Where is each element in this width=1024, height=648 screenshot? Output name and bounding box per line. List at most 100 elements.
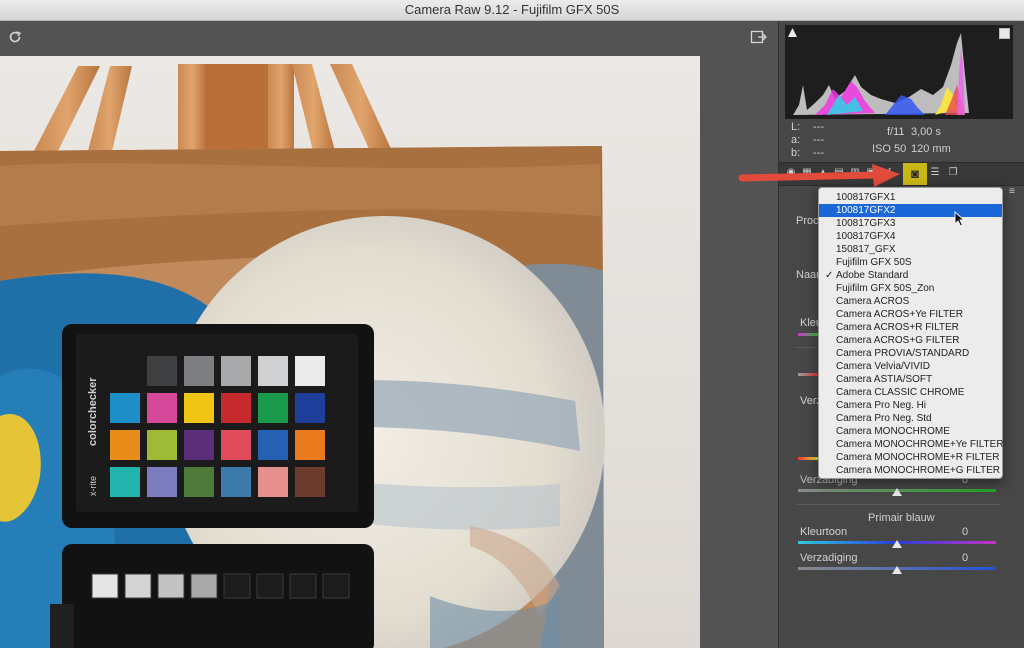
- color-swatch: [147, 430, 177, 460]
- profile-menu-item[interactable]: Camera ACROS+G FILTER: [819, 334, 1002, 347]
- divider: [795, 504, 999, 505]
- green-hue-slider[interactable]: [798, 457, 818, 460]
- red-saturation-slider[interactable]: [798, 373, 818, 376]
- highlight-clipping-icon[interactable]: [999, 28, 1010, 39]
- blue-saturation-thumb[interactable]: [892, 566, 902, 574]
- preview-photo: colorchecker x-rite: [0, 56, 700, 648]
- a-label: a:: [791, 134, 801, 146]
- gray-swatch: [91, 573, 119, 599]
- profile-menu-item[interactable]: ✓ Adobe Standard: [819, 269, 1002, 282]
- profile-menu-item[interactable]: Camera ACROS: [819, 295, 1002, 308]
- profile-menu-item-label: 100817GFX3: [836, 218, 896, 229]
- profile-menu-item-label: Camera CLASSIC CHROME: [836, 387, 965, 398]
- profile-menu-item-label: Camera MONOCHROME+G FILTER: [836, 465, 1000, 476]
- profile-menu-item[interactable]: Camera MONOCHROME+G FILTER: [819, 464, 1002, 477]
- color-swatch: [147, 393, 177, 423]
- mouse-pointer-icon: [954, 211, 966, 227]
- profile-menu-item[interactable]: Fujifilm GFX 50S: [819, 256, 1002, 269]
- profile-menu-item-label: 100817GFX4: [836, 231, 896, 242]
- profile-menu-item[interactable]: Camera Velvia/VIVID: [819, 360, 1002, 373]
- profile-menu-item-label: Camera MONOCHROME+R FILTER: [836, 452, 1000, 463]
- profile-menu-item-label: Camera MONOCHROME+Ye FILTER: [836, 439, 1004, 450]
- profile-menu-item[interactable]: Camera MONOCHROME+R FILTER: [819, 451, 1002, 464]
- profile-menu-item[interactable]: 100817GFX3: [819, 217, 1002, 230]
- profile-menu-item-label: Camera Velvia/VIVID: [836, 361, 930, 372]
- profile-menu-item[interactable]: 100817GFX1: [819, 191, 1002, 204]
- color-swatch: [147, 356, 177, 386]
- gray-swatch: [256, 573, 284, 599]
- color-swatch: [184, 356, 214, 386]
- color-swatch: [221, 356, 251, 386]
- xrite-logo: x-rite: [88, 476, 98, 496]
- profile-menu-item[interactable]: Camera CLASSIC CHROME: [819, 386, 1002, 399]
- blue-saturation-label: Verzadiging: [800, 552, 858, 564]
- color-swatch: [258, 393, 288, 423]
- preview-gutter: [700, 56, 777, 648]
- color-swatch: [184, 467, 214, 497]
- green-saturation-thumb[interactable]: [892, 488, 902, 496]
- export-icon[interactable]: [750, 29, 768, 47]
- profile-menu-item-label: 100817GFX2: [836, 205, 896, 216]
- blue-hue-label: Kleurtoon: [800, 526, 848, 538]
- color-swatch: [295, 393, 325, 423]
- gray-swatch: [289, 573, 317, 599]
- color-swatch: [258, 467, 288, 497]
- tab-snapshots-icon[interactable]: ❐: [947, 167, 959, 179]
- profile-menu-item-label: Camera ASTIA/SOFT: [836, 374, 933, 385]
- image-preview[interactable]: colorchecker x-rite: [0, 56, 700, 648]
- blue-saturation-value: 0: [962, 552, 969, 564]
- profile-menu-item[interactable]: 150817_GFX: [819, 243, 1002, 256]
- rotate-icon[interactable]: [6, 29, 24, 47]
- l-label: L:: [791, 121, 801, 133]
- tab-presets-icon[interactable]: ☰: [929, 167, 941, 179]
- profile-menu-item-label: 150817_GFX: [836, 244, 896, 255]
- profile-menu-item-label: Camera ACROS+R FILTER: [836, 322, 959, 333]
- color-swatch: [110, 430, 140, 460]
- profile-menu-item[interactable]: Camera Pro Neg. Std: [819, 412, 1002, 425]
- divider: [795, 347, 815, 348]
- l-value: ---: [813, 121, 824, 133]
- histogram: [785, 25, 1013, 119]
- b-value: ---: [813, 147, 824, 159]
- color-swatch: [110, 356, 140, 386]
- profile-menu-item[interactable]: Camera ACROS+Ye FILTER: [819, 308, 1002, 321]
- aperture: f/11: [887, 126, 905, 138]
- profile-menu-item[interactable]: 100817GFX4: [819, 230, 1002, 243]
- profile-menu-item-label: Fujifilm GFX 50S: [836, 257, 912, 268]
- profile-menu-item[interactable]: Camera ASTIA/SOFT: [819, 373, 1002, 386]
- camera-profile-dropdown[interactable]: 100817GFX1 100817GFX2 100817GFX3 100817GFX4…: [818, 187, 1004, 479]
- gray-swatch: [157, 573, 185, 599]
- profile-menu-item[interactable]: Camera MONOCHROME+Ye FILTER: [819, 438, 1004, 451]
- profile-menu-item[interactable]: Fujifilm GFX 50S_Zon: [819, 282, 1002, 295]
- profile-menu-item-label: Camera PROVIA/STANDARD: [836, 348, 970, 359]
- color-swatch: [258, 430, 288, 460]
- color-swatch: [295, 356, 325, 386]
- profile-menu-item[interactable]: Camera PROVIA/STANDARD: [819, 347, 1002, 360]
- blue-hue-thumb[interactable]: [892, 540, 902, 548]
- color-swatch: [258, 356, 288, 386]
- profile-menu-item[interactable]: Camera Pro Neg. Hi: [819, 399, 1002, 412]
- color-swatch: [184, 393, 214, 423]
- color-swatch: [221, 430, 251, 460]
- window-title: Camera Raw 9.12 - Fujifilm GFX 50S: [404, 2, 620, 17]
- red-hue-slider[interactable]: [798, 333, 818, 336]
- profile-menu-item-label: Adobe Standard: [836, 270, 909, 281]
- profile-menu-item-label: Fujifilm GFX 50S_Zon: [836, 283, 935, 294]
- color-swatch: [110, 393, 140, 423]
- gray-swatch: [223, 573, 251, 599]
- colorchecker-brand: colorchecker: [87, 377, 99, 446]
- a-value: ---: [813, 134, 824, 146]
- profile-menu-item-label: Camera ACROS: [836, 296, 910, 307]
- color-swatch: [295, 430, 325, 460]
- profile-menu-item[interactable]: Camera ACROS+R FILTER: [819, 321, 1002, 334]
- panel-menu-icon[interactable]: ≡: [1009, 187, 1019, 197]
- color-swatch: [221, 393, 251, 423]
- b-label: b:: [791, 147, 801, 159]
- profile-menu-item-label: 100817GFX1: [836, 192, 896, 203]
- gray-swatch: [124, 573, 152, 599]
- profile-menu-item[interactable]: Camera MONOCHROME: [819, 425, 1002, 438]
- window-title-bar: Camera Raw 9.12 - Fujifilm GFX 50S: [0, 0, 1024, 21]
- profile-menu-item[interactable]: 100817GFX2: [819, 204, 1002, 217]
- shutter-speed: 3,00 s: [911, 126, 941, 138]
- iso: ISO 50: [872, 143, 907, 155]
